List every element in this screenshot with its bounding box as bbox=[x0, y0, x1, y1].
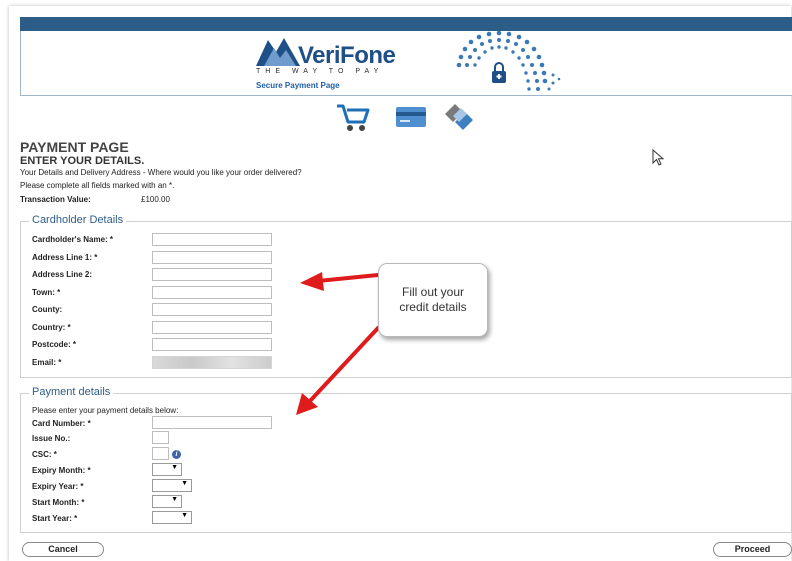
proceed-button[interactable]: Proceed bbox=[713, 542, 792, 557]
dotted-arc-icon bbox=[456, 31, 561, 91]
postcode-input[interactable] bbox=[152, 338, 272, 351]
email-label: Email: * bbox=[32, 358, 62, 367]
address-line2-label: Address Line 2: bbox=[32, 270, 93, 279]
card-number-input[interactable] bbox=[152, 416, 272, 429]
mouse-cursor-icon bbox=[652, 149, 665, 166]
cardholder-name-input[interactable] bbox=[152, 233, 272, 246]
start-month-label: Start Month: * bbox=[32, 498, 85, 507]
expiry-year-select[interactable]: ▼ bbox=[152, 479, 192, 492]
issue-number-input[interactable] bbox=[152, 431, 169, 444]
payment-details-section: Payment details Please enter your paymen… bbox=[20, 386, 792, 533]
start-year-label: Start Year: * bbox=[32, 514, 78, 523]
address-line1-input[interactable] bbox=[152, 251, 272, 264]
expiry-year-label: Expiry Year: * bbox=[32, 482, 84, 491]
transaction-value: £100.00 bbox=[141, 195, 170, 204]
header-bar bbox=[20, 17, 792, 31]
brand-name: VeriFone bbox=[298, 42, 396, 69]
cardholder-name-label: Cardholder's Name: * bbox=[32, 235, 114, 244]
transaction-value-label: Transaction Value: bbox=[20, 195, 91, 204]
csc-input[interactable] bbox=[152, 447, 169, 460]
secure-lock-graphic bbox=[449, 31, 569, 95]
csc-label: CSC: * bbox=[32, 450, 57, 459]
verifone-logo-mark-icon bbox=[256, 38, 300, 66]
header-banner: VeriFone THE WAY TO PAY Secure Payment P… bbox=[20, 31, 792, 96]
cancel-button[interactable]: Cancel bbox=[22, 542, 104, 557]
chevron-down-icon: ▼ bbox=[181, 512, 188, 519]
email-input[interactable] bbox=[152, 356, 272, 369]
postcode-label: Postcode: * bbox=[32, 340, 77, 349]
annotation-callout: Fill out your credit details bbox=[378, 263, 488, 337]
expiry-month-label: Expiry Month: * bbox=[32, 466, 91, 475]
issue-number-label: Issue No.: bbox=[32, 434, 71, 443]
shopping-cart-icon bbox=[335, 100, 371, 136]
csc-info-icon[interactable]: i bbox=[172, 450, 181, 459]
annotation-line2: credit details bbox=[399, 300, 467, 314]
county-label: County: bbox=[32, 305, 63, 314]
payment-details-legend: Payment details bbox=[29, 386, 114, 398]
instructions-required: Please complete all fields marked with a… bbox=[20, 181, 175, 190]
handshake-icon bbox=[441, 100, 477, 136]
checkout-steps bbox=[335, 100, 480, 136]
chevron-down-icon: ▼ bbox=[171, 464, 178, 471]
page-title: PAYMENT PAGE bbox=[20, 139, 129, 155]
secure-page-label: Secure Payment Page bbox=[256, 81, 340, 90]
town-label: Town: * bbox=[32, 288, 61, 297]
chevron-down-icon: ▼ bbox=[181, 480, 188, 487]
town-input[interactable] bbox=[152, 286, 272, 299]
address-line2-input[interactable] bbox=[152, 268, 272, 281]
start-month-select[interactable]: ▼ bbox=[152, 495, 182, 508]
address-line1-label: Address Line 1: * bbox=[32, 253, 98, 262]
annotation-line1: Fill out your bbox=[401, 285, 465, 299]
country-input[interactable] bbox=[152, 321, 272, 334]
annotation-text: Fill out your credit details bbox=[379, 285, 487, 315]
credit-card-icon bbox=[393, 100, 429, 136]
payment-instructions: Please enter your payment details below: bbox=[32, 406, 179, 415]
page-subtitle: ENTER YOUR DETAILS. bbox=[20, 155, 145, 167]
brand-tagline: THE WAY TO PAY bbox=[256, 68, 384, 75]
county-input[interactable] bbox=[152, 303, 272, 316]
start-year-select[interactable]: ▼ bbox=[152, 511, 192, 524]
verifone-logo: VeriFone THE WAY TO PAY Secure Payment P… bbox=[256, 38, 396, 92]
expiry-month-select[interactable]: ▼ bbox=[152, 463, 182, 476]
country-label: Country: * bbox=[32, 323, 71, 332]
chevron-down-icon: ▼ bbox=[171, 496, 178, 503]
instructions-delivery: Your Details and Delivery Address - Wher… bbox=[20, 168, 302, 177]
cardholder-details-legend: Cardholder Details bbox=[29, 214, 127, 226]
card-number-label: Card Number: * bbox=[32, 419, 91, 428]
